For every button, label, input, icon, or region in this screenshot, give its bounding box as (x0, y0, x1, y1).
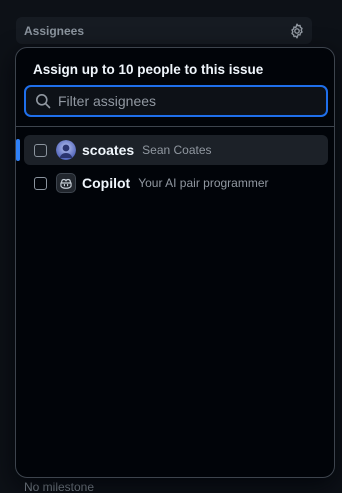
assignees-label: Assignees (24, 24, 85, 38)
assignee-option-copilot[interactable]: Copilot Your AI pair programmer (24, 168, 328, 198)
popover-title: Assign up to 10 people to this issue (33, 62, 264, 77)
filter-assignees-input[interactable] (58, 87, 326, 115)
active-indicator (16, 139, 20, 161)
assignees-header: Assignees (16, 17, 312, 44)
assignee-option-scoates[interactable]: scoates Sean Coates (16, 135, 328, 165)
issue-sidebar: Assignees No milestone Assign up to 10 p… (0, 0, 342, 493)
assignee-fullname: Sean Coates (142, 143, 212, 157)
copilot-icon (56, 173, 76, 193)
search-icon (35, 93, 51, 109)
assignees-popover: Assign up to 10 people to this issue Fil… (15, 47, 335, 478)
gear-icon[interactable] (287, 21, 306, 40)
divider (16, 126, 334, 127)
user-avatar (56, 140, 76, 160)
assignee-username: scoates (82, 142, 135, 158)
checkbox[interactable] (34, 176, 47, 190)
assignee-username: Copilot (82, 175, 131, 191)
checkbox[interactable] (34, 143, 47, 157)
milestone-text: No milestone (24, 480, 95, 493)
filter-assignees-field[interactable] (24, 85, 328, 117)
assignee-description: Your AI pair programmer (138, 176, 269, 190)
